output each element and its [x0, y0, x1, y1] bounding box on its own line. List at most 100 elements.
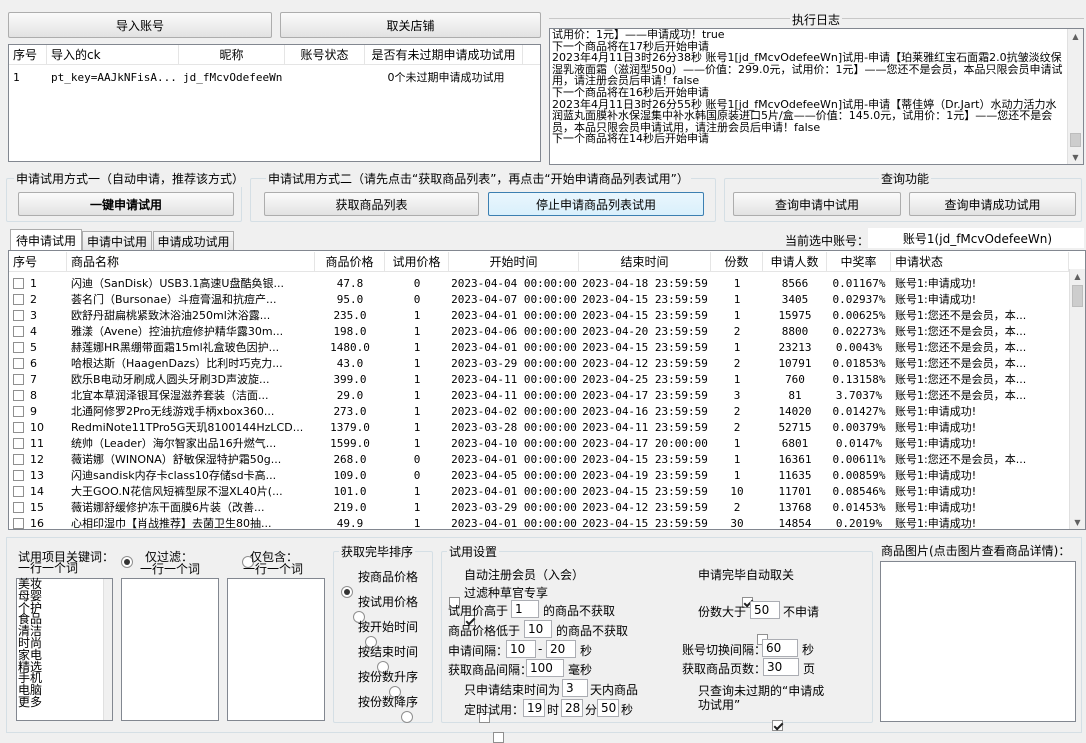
row-select-checkbox[interactable]: [13, 406, 24, 417]
row-select-checkbox[interactable]: [13, 470, 24, 481]
table-row[interactable]: 8 北宜本草润泽银耳保湿滋养套装（洁面... 29.0 1 2023-04-11 00:…: [9, 387, 1069, 403]
log-scrollbar[interactable]: ▲ ▼: [1067, 29, 1083, 164]
import-account-button[interactable]: 导入账号: [8, 12, 272, 38]
table-row[interactable]: 1 闪迪（SanDisk）USB3.1高速U盘酷奂银... 47.8 0 2023-04…: [9, 275, 1069, 291]
only-query-unexpired-checkbox[interactable]: [771, 720, 783, 731]
cell-申请状态: 账号1:申请成功!: [895, 469, 977, 482]
scroll-up-icon[interactable]: ▲: [1070, 269, 1085, 283]
scroll-thumb[interactable]: [1070, 133, 1081, 147]
col-index[interactable]: 序号: [9, 45, 47, 64]
scroll-down-icon[interactable]: ▼: [1068, 150, 1083, 164]
cell-商品价格: 47.8: [336, 276, 364, 290]
timed-second-input[interactable]: 50: [597, 699, 619, 717]
row-select-checkbox[interactable]: [13, 326, 24, 337]
account-list[interactable]: 序号 导入的ck 昵称 账号状态 是否有未过期申请成功试用 1 pt_key=A…: [8, 44, 541, 162]
account-row[interactable]: 1 pt_key=AAJkNFisA... jd_fMcvOdefeeWn 0个…: [9, 69, 540, 85]
row-select-checkbox[interactable]: [13, 438, 24, 449]
scroll-up-icon[interactable]: ▲: [1068, 29, 1083, 43]
table-row[interactable]: 7 欧乐B电动牙刷成人圆头牙刷3D声波旋... 399.0 1 2023-04-11 0…: [9, 371, 1069, 387]
table-row[interactable]: 12 薇诺娜（WINONA）舒敏保湿特护霜50g... 268.0 0 2023-04-…: [9, 451, 1069, 467]
table-row[interactable]: 9 北通阿修罗2Pro无线游戏手柄xbox360... 273.0 1 2023-04-…: [9, 403, 1069, 419]
copies-above-input[interactable]: 50: [750, 601, 780, 619]
row-select-checkbox[interactable]: [13, 390, 24, 401]
timed-minute-input[interactable]: 28: [561, 699, 583, 717]
table-row[interactable]: 11 统帅（Leader）海尔智家出品16升燃气... 1599.0 1 2023-04…: [9, 435, 1069, 451]
scroll-down-icon[interactable]: ▼: [1070, 515, 1085, 529]
timed-trial-label: 定时试用：: [464, 703, 525, 717]
row-select-checkbox[interactable]: [13, 502, 24, 513]
one-click-apply-button[interactable]: 一键申请试用: [18, 192, 234, 216]
pages-input[interactable]: 30: [763, 658, 799, 676]
product-image-box[interactable]: [880, 561, 1076, 722]
filter-only-textarea[interactable]: [121, 578, 219, 721]
query-success-button[interactable]: 查询申请成功试用: [909, 192, 1076, 216]
table-row[interactable]: 6 哈根达斯（HaagenDazs）比利时巧克力... 43.0 1 2023-03-2…: [9, 355, 1069, 371]
table-row[interactable]: 16 心相印湿巾【肖战推荐】去菌卫生80抽... 49.9 1 2023-04-01 0…: [9, 515, 1069, 531]
fetch-interval-input[interactable]: 100: [526, 659, 564, 677]
settings-title: 试用设置: [447, 543, 500, 560]
col-copies[interactable]: 份数: [711, 252, 763, 271]
col-applicants[interactable]: 申请人数: [763, 252, 827, 271]
col-trial-price[interactable]: 试用价格: [385, 252, 449, 271]
end-within-input[interactable]: 3: [562, 679, 588, 697]
col-unexpired[interactable]: 是否有未过期申请成功试用: [365, 45, 523, 64]
cell-中奖率: 0.08546%: [832, 484, 886, 498]
row-select-checkbox[interactable]: [13, 358, 24, 369]
col-end[interactable]: 结束时间: [579, 252, 711, 271]
interval-min-input[interactable]: 10: [506, 640, 536, 658]
table-row[interactable]: 3 欧舒丹甜扁桃紧致沐浴油250ml沐浴露... 235.0 1 2023-04-01 …: [9, 307, 1069, 323]
table-row[interactable]: 5 赫莲娜HR黑绷带面霜15ml礼盒玻色因护... 1480.0 1 2023-04-0…: [9, 339, 1069, 355]
col-seq[interactable]: 序号: [9, 252, 67, 271]
get-product-list-button[interactable]: 获取商品列表: [264, 192, 479, 216]
tab-in-progress[interactable]: 申请中试用: [82, 231, 152, 250]
table-row[interactable]: 14 大王GOO.N花信风短裤型尿不湿XL40片(... 101.0 1 2023-04…: [9, 483, 1069, 499]
col-start[interactable]: 开始时间: [449, 252, 579, 271]
switch-interval-input[interactable]: 60: [762, 639, 798, 657]
log-textbox[interactable]: 试用价：1元】——申请成功！true 下一个商品将在17秒后开始申请 2023年4月…: [549, 28, 1084, 165]
row-select-checkbox[interactable]: [13, 422, 24, 433]
filter-only-radio[interactable]: [121, 555, 133, 568]
cell-申请人数: 8800: [781, 324, 809, 338]
cell-试用价格: 0: [413, 452, 421, 466]
timed-hour-input[interactable]: 19: [523, 699, 545, 717]
row-select-checkbox[interactable]: [13, 342, 24, 353]
query-in-progress-button[interactable]: 查询申请中试用: [733, 192, 901, 216]
col-nickname[interactable]: 昵称: [179, 45, 285, 64]
scroll-thumb[interactable]: [1072, 285, 1083, 307]
sort-option-radio[interactable]: [341, 585, 353, 598]
cell-结束时间: 2023-04-18 23:59:59: [582, 276, 708, 290]
col-status[interactable]: 账号状态: [285, 45, 365, 64]
row-select-checkbox[interactable]: [13, 374, 24, 385]
table-row[interactable]: 10 RedmiNote11TPro5G天玑8100144HzLCD... 1379…: [9, 419, 1069, 435]
stop-apply-list-button[interactable]: 停止申请商品列表试用: [488, 192, 704, 216]
interval-max-input[interactable]: 20: [546, 640, 576, 658]
table-row[interactable]: 15 薇诺娜舒缓修护冻干面膜6片装（改善... 219.0 1 2023-03-29 0…: [9, 499, 1069, 515]
tab-success[interactable]: 申请成功试用: [153, 231, 234, 250]
tab-pending[interactable]: 待申请试用: [10, 229, 82, 251]
table-row[interactable]: 2 荟名门（Bursonae）斗痘膏温和抗痘产... 95.0 0 2023-04-07…: [9, 291, 1069, 307]
row-select-checkbox[interactable]: [13, 518, 24, 529]
table-row[interactable]: 4 雅漾（Avene）控油抗痘修护精华露30m... 198.0 1 2023-04-0…: [9, 323, 1069, 339]
keyword-scrollbar[interactable]: [103, 579, 112, 720]
row-select-checkbox[interactable]: [13, 454, 24, 465]
row-select-checkbox[interactable]: [13, 486, 24, 497]
row-select-checkbox[interactable]: [13, 310, 24, 321]
col-win-rate[interactable]: 中奖率: [827, 252, 891, 271]
sort-option-radio[interactable]: [401, 710, 413, 723]
col-price[interactable]: 商品价格: [315, 252, 385, 271]
table-row[interactable]: 13 闪迪sandisk内存卡class10存储sd卡高... 109.0 0 2023…: [9, 467, 1069, 483]
col-status[interactable]: 申请状态: [891, 252, 1069, 271]
row-select-checkbox[interactable]: [13, 294, 24, 305]
timed-trial-checkbox[interactable]: [493, 732, 505, 743]
col-name[interactable]: 商品名称: [67, 252, 315, 271]
price-below-input[interactable]: 10: [524, 620, 552, 638]
product-table[interactable]: 序号 商品名称 商品价格 试用价格 开始时间 结束时间 份数 申请人数 中奖率 …: [8, 250, 1086, 530]
price-above-input[interactable]: 1: [511, 600, 539, 618]
product-scrollbar[interactable]: ▲ ▼: [1069, 269, 1085, 529]
keyword-list-textarea[interactable]: 美妆 母婴 个护 食品 清洁 时尚 家电 精选 手机 电脑 更多: [16, 578, 113, 721]
include-only-textarea[interactable]: [227, 578, 325, 721]
cell-商品名称: 雅漾（Avene）控油抗痘修护精华露30m...: [71, 325, 284, 338]
col-ck[interactable]: 导入的ck: [47, 45, 179, 64]
unfollow-shop-button[interactable]: 取关店铺: [280, 12, 541, 38]
row-select-checkbox[interactable]: [13, 278, 24, 289]
